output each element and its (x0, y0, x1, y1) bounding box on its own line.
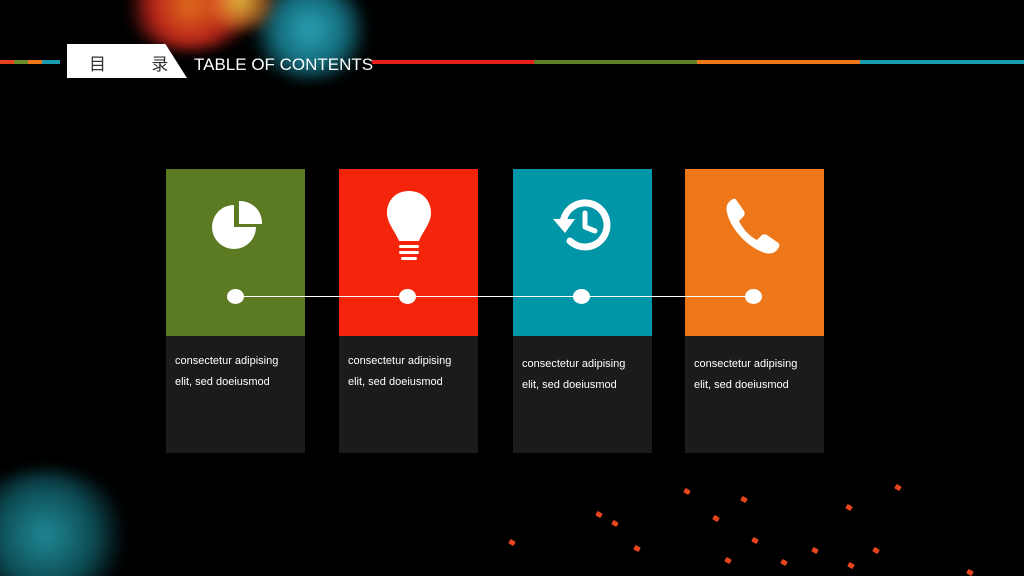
timeline-line (236, 296, 754, 297)
spark (595, 510, 603, 519)
card-3-text: consectetur adipising elit, sed doeiusmo… (522, 354, 646, 396)
header-stripe-red (372, 60, 534, 64)
card-2-line2: elit, sed doeiusmod (348, 376, 443, 388)
spark (872, 546, 880, 555)
spark (845, 503, 853, 512)
spark (611, 519, 619, 528)
card-4-line2: elit, sed doeiusmod (694, 379, 789, 391)
spark (966, 568, 974, 576)
timeline-dot-2 (399, 289, 416, 304)
spark (683, 487, 691, 496)
spark (712, 514, 720, 523)
spark (751, 536, 759, 545)
spark (811, 546, 819, 555)
card-4-header (685, 169, 824, 336)
card-4-text: consectetur adipising elit, sed doeiusmo… (694, 354, 818, 396)
history-clock-icon (553, 199, 611, 251)
powder-splash-bottom (0, 470, 130, 576)
spark (508, 538, 516, 547)
spark (780, 558, 788, 567)
header-stripe-teal (860, 60, 1024, 64)
header-stripe-green (534, 60, 697, 64)
card-2-text: consectetur adipising elit, sed doeiusmo… (348, 351, 472, 393)
card-4: consectetur adipising elit, sed doeiusmo… (685, 169, 824, 453)
card-2-header (339, 169, 478, 336)
card-2: consectetur adipising elit, sed doeiusmo… (339, 169, 478, 453)
pie-chart-icon (212, 200, 263, 249)
phone-icon (726, 198, 780, 254)
spark (740, 495, 748, 504)
card-3-line1: consectetur adipising (522, 358, 626, 370)
card-1-header (166, 169, 305, 336)
header-stripe-left-orange (28, 60, 42, 64)
header-stripe-left-red (0, 60, 14, 64)
spark (633, 544, 641, 553)
timeline-dot-1 (227, 289, 244, 304)
card-1-text: consectetur adipising elit, sed doeiusmo… (175, 351, 299, 393)
card-2-line1: consectetur adipising (348, 355, 452, 367)
card-3: consectetur adipising elit, sed doeiusmo… (513, 169, 652, 453)
header-stripe-orange (697, 60, 860, 64)
card-3-header (513, 169, 652, 336)
card-4-line1: consectetur adipising (694, 358, 798, 370)
card-1-line2: elit, sed doeiusmod (175, 376, 270, 388)
timeline-dot-4 (745, 289, 762, 304)
spark (894, 483, 902, 492)
card-1: consectetur adipising elit, sed doeiusmo… (166, 169, 305, 453)
spark (724, 556, 732, 565)
card-3-line2: elit, sed doeiusmod (522, 379, 617, 391)
lightbulb-icon (387, 191, 431, 260)
page-title-cn: 目 录 (89, 55, 189, 75)
card-1-line1: consectetur adipising (175, 355, 279, 367)
timeline-dot-3 (573, 289, 590, 304)
spark (847, 561, 855, 570)
header-stripe-left-green (14, 60, 28, 64)
header-stripe-left-teal (42, 60, 60, 64)
page-title-en: TABLE OF CONTENTS (194, 55, 374, 74)
slide: 目 录 TABLE OF CONTENTS consectetur adipis… (0, 0, 1024, 576)
